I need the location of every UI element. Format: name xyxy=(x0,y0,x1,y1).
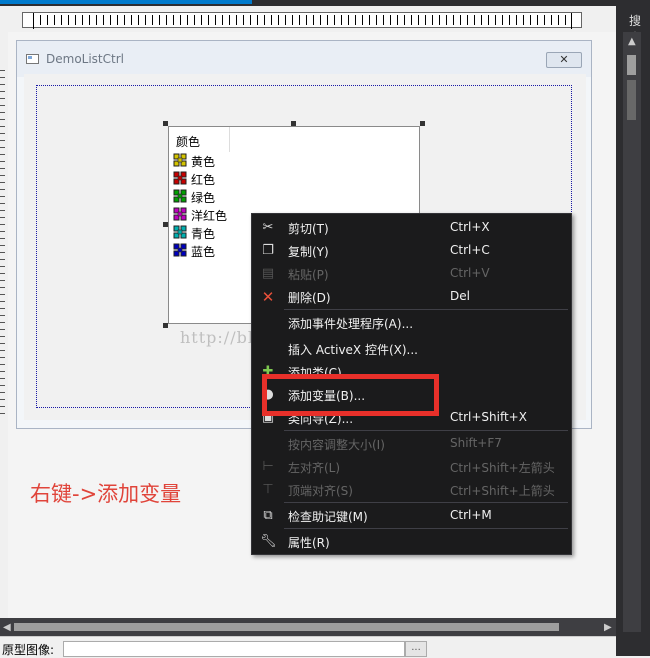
menu-item-align-top[interactable]: ⊤ 顶端对齐(S) Ctrl+Shift+上箭头 xyxy=(252,479,570,501)
menu-item-label: 插入 ActiveX 控件(X)... xyxy=(288,343,418,357)
dialog-title: DemoListCtrl xyxy=(46,52,124,66)
menu-item-label: 顶端对齐(S) xyxy=(288,484,353,498)
scroll-right-arrow-icon[interactable]: ▶ xyxy=(604,622,612,633)
menu-item-label: 粘贴(P) xyxy=(288,268,329,282)
scroll-up-arrow-icon[interactable]: ▲ xyxy=(628,36,636,47)
window-icon xyxy=(26,54,39,64)
list-item-label: 青色 xyxy=(191,227,216,241)
menu-separator xyxy=(284,528,568,529)
menu-item-shortcut: Ctrl+M xyxy=(450,508,492,522)
ruler-left-marker[interactable] xyxy=(33,13,34,29)
close-button[interactable]: ✕ xyxy=(546,52,582,68)
menu-item-label: 按内容调整大小(I) xyxy=(288,438,385,452)
annotation-text: 右键->添加变量 xyxy=(30,482,182,506)
menu-separator xyxy=(284,502,568,503)
ruler-right-marker[interactable] xyxy=(571,13,572,29)
menu-item-label: 删除(D) xyxy=(288,291,331,305)
resize-handle-top-right[interactable] xyxy=(420,121,425,126)
color-item-icon xyxy=(173,189,187,203)
resize-handle-left[interactable] xyxy=(163,222,168,227)
prototype-image-label: 原型图像: xyxy=(2,643,55,657)
wrench-icon: 🔧︎ xyxy=(260,534,277,549)
vertical-scroll-track-mark xyxy=(627,80,636,120)
browse-button[interactable]: ... xyxy=(405,641,427,657)
menu-item-label: 添加事件处理程序(A)... xyxy=(288,317,414,331)
list-item-label: 洋红色 xyxy=(191,209,228,223)
paste-icon: ▤ xyxy=(261,266,275,281)
list-item-label: 绿色 xyxy=(191,191,216,205)
menu-item-shortcut: Ctrl+V xyxy=(450,266,490,280)
highlight-box xyxy=(262,374,439,416)
vertical-ruler xyxy=(0,70,5,420)
menu-item-label: 左对齐(L) xyxy=(288,461,341,475)
resize-handle-top-left[interactable] xyxy=(163,121,168,126)
menu-item-shortcut: Ctrl+C xyxy=(450,243,490,257)
menu-item-paste[interactable]: ▤ 粘贴(P) Ctrl+V xyxy=(252,263,570,285)
menu-item-delete[interactable]: ✕ 删除(D) Del xyxy=(252,286,570,308)
copy-icon: ❐ xyxy=(262,243,274,258)
menu-item-label: 检查助记键(M) xyxy=(288,510,368,524)
mnemonic-icon: ⧉ xyxy=(263,508,273,523)
menu-item-shortcut: Shift+F7 xyxy=(450,436,502,450)
menu-item-label: 属性(R) xyxy=(288,536,330,550)
color-item-icon xyxy=(173,153,187,167)
menu-separator xyxy=(284,430,568,431)
list-item-label: 黄色 xyxy=(191,155,216,169)
menu-item-copy[interactable]: ❐ 复制(Y) Ctrl+C xyxy=(252,240,570,262)
menu-item-insert-activex[interactable]: 插入 ActiveX 控件(X)... xyxy=(252,338,570,360)
menu-item-properties[interactable]: 🔧︎ 属性(R) xyxy=(252,531,570,553)
align-top-icon: ⊤ xyxy=(262,482,274,497)
horizontal-scroll-thumb[interactable] xyxy=(14,623,559,631)
color-item-icon xyxy=(173,171,187,185)
scissors-icon: ✂ xyxy=(262,220,274,235)
menu-item-check-mnemonics[interactable]: ⧉ 检查助记键(M) Ctrl+M xyxy=(252,505,570,527)
vertical-scroll-thumb[interactable] xyxy=(627,55,636,75)
menu-item-shortcut: Ctrl+Shift+左箭头 xyxy=(450,461,555,475)
ruler-major-ticks xyxy=(33,20,571,25)
list-header-label: 颜色 xyxy=(176,135,201,149)
color-item-icon xyxy=(173,225,187,239)
menu-item-shortcut: Ctrl+X xyxy=(450,220,490,234)
menu-item-shortcut: Del xyxy=(450,289,470,303)
delete-icon: ✕ xyxy=(261,288,275,306)
menu-item-shortcut: Ctrl+Shift+X xyxy=(450,410,527,424)
color-item-icon xyxy=(173,207,187,221)
menu-separator xyxy=(284,309,568,310)
list-item-label: 红色 xyxy=(191,173,216,187)
resize-handle-bottom-left[interactable] xyxy=(163,323,168,328)
menu-item-label: 剪切(T) xyxy=(288,222,329,236)
menu-item-label: 复制(Y) xyxy=(288,245,329,259)
menu-item-shortcut: Ctrl+Shift+上箭头 xyxy=(450,484,555,498)
menu-item-align-left[interactable]: ⊢ 左对齐(L) Ctrl+Shift+左箭头 xyxy=(252,456,570,478)
scroll-left-arrow-icon[interactable]: ◀ xyxy=(3,622,11,633)
vertical-scrollbar[interactable] xyxy=(623,32,641,632)
menu-item-size-to-content[interactable]: 按内容调整大小(I) Shift+F7 xyxy=(252,433,570,455)
active-tab-indicator[interactable] xyxy=(0,0,252,4)
list-item-label: 蓝色 xyxy=(191,245,216,259)
color-item-icon xyxy=(173,243,187,257)
resize-handle-top[interactable] xyxy=(291,121,296,126)
align-left-icon: ⊢ xyxy=(262,459,274,474)
menu-item-add-event-handler[interactable]: 添加事件处理程序(A)... xyxy=(252,312,570,334)
prototype-image-input[interactable] xyxy=(63,641,405,657)
menu-item-cut[interactable]: ✂ 剪切(T) Ctrl+X xyxy=(252,217,570,239)
horizontal-ruler xyxy=(22,12,582,29)
document-tab-strip xyxy=(0,0,650,6)
